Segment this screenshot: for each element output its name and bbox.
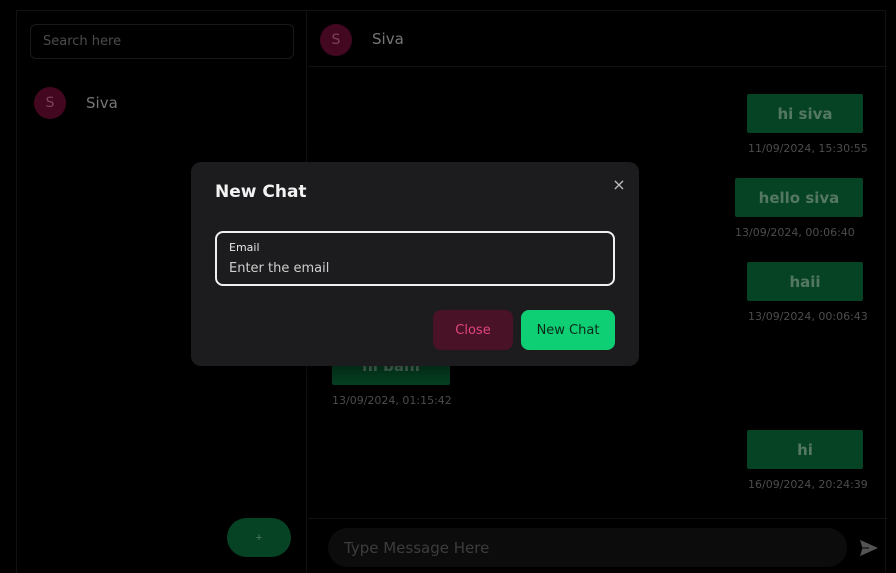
dialog-title: New Chat [215,182,307,202]
email-label: Email [229,241,260,254]
close-icon[interactable]: × [609,174,629,194]
email-field[interactable]: Email [215,231,615,286]
new-chat-dialog: New Chat × Email Close New Chat [191,162,639,366]
new-chat-button[interactable]: New Chat [521,310,615,350]
close-button[interactable]: Close [433,310,513,350]
email-input[interactable] [229,258,599,278]
